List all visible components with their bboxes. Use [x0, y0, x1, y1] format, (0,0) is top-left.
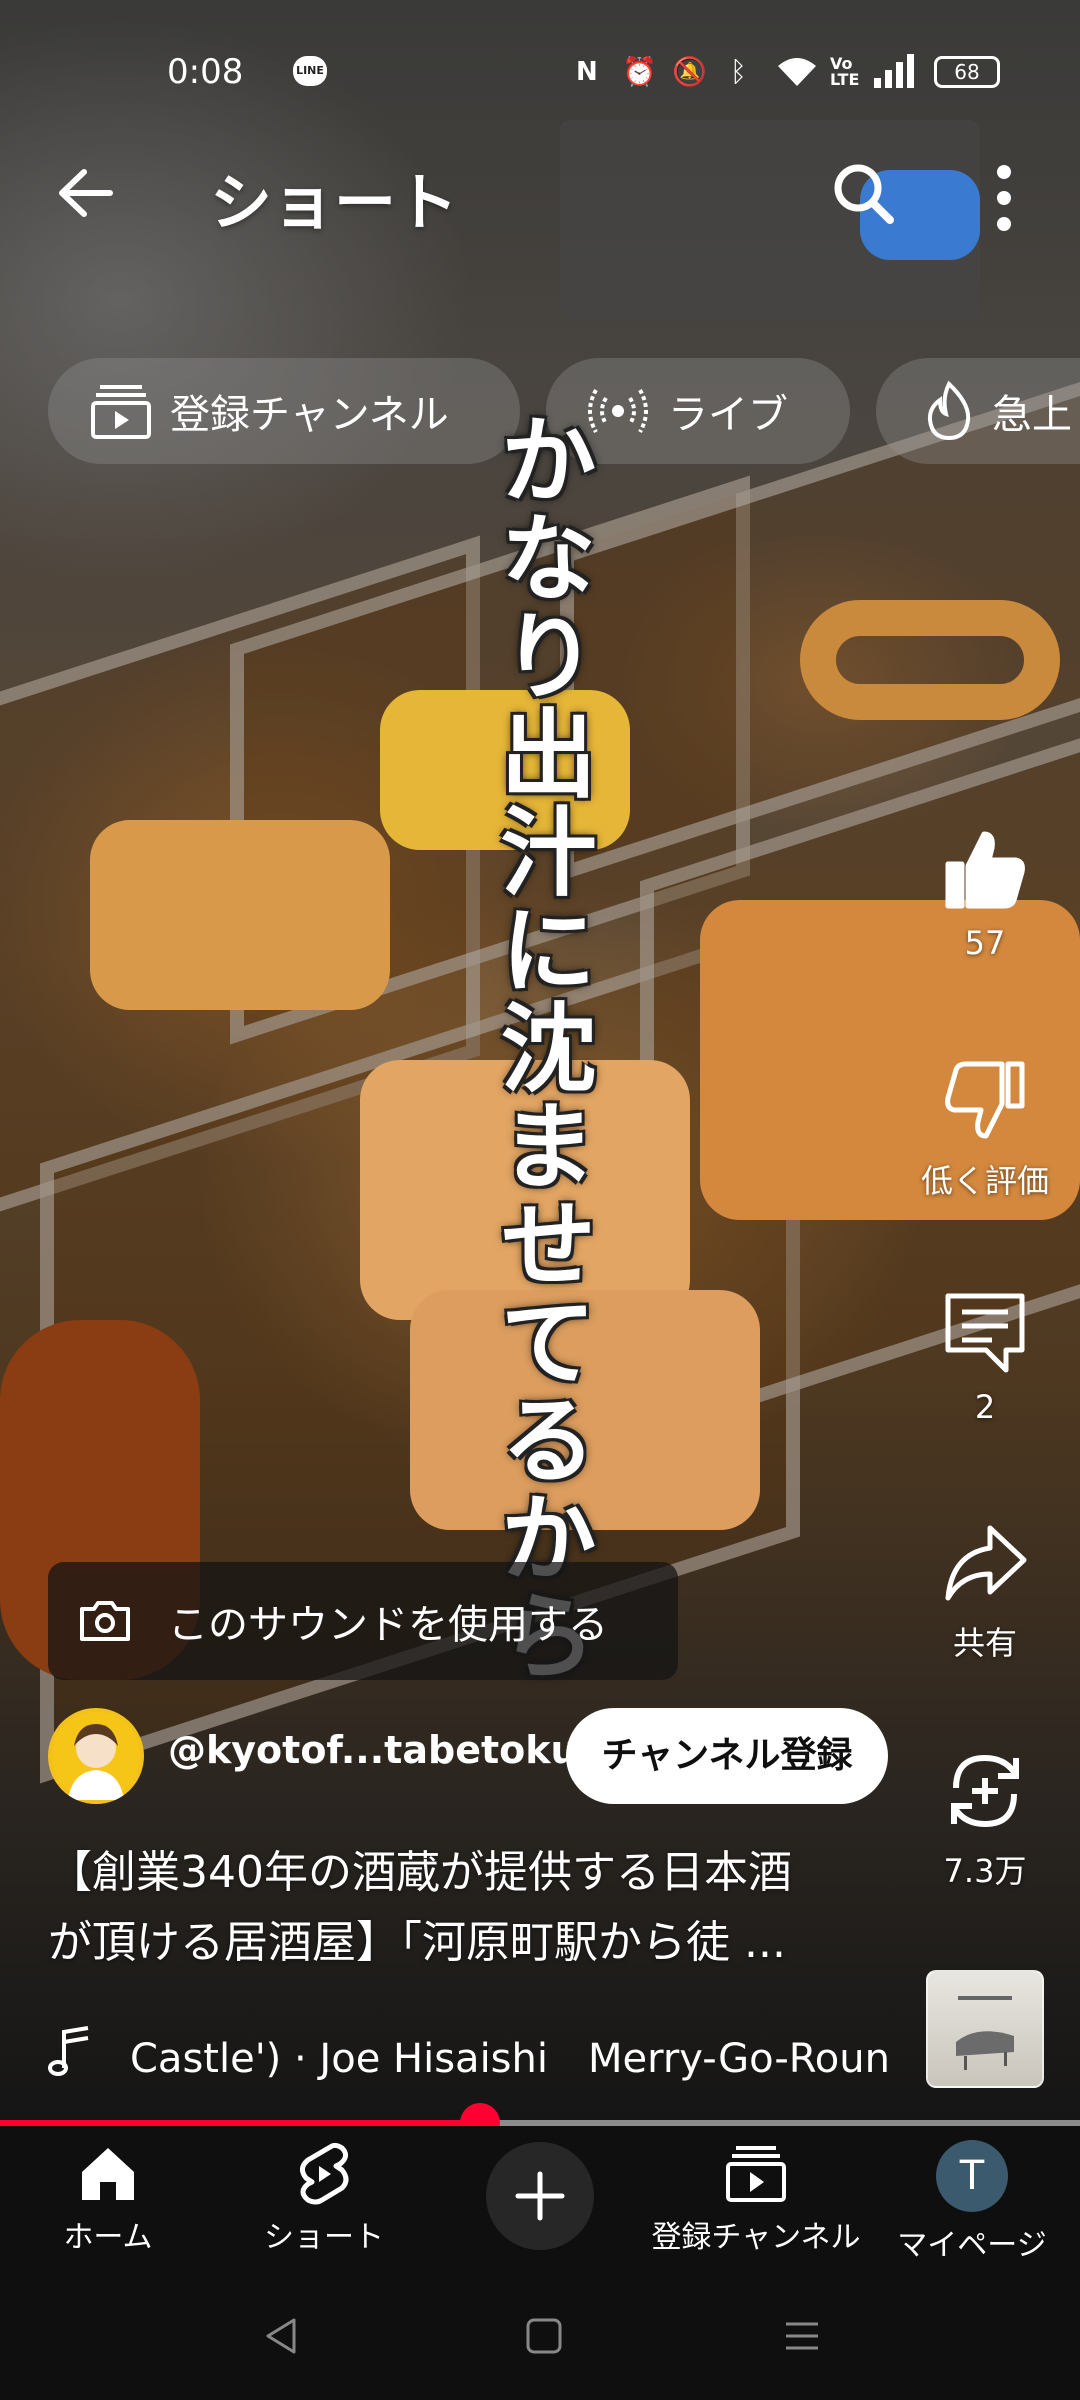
like-button[interactable]: 57 [900, 826, 1070, 962]
nav-mypage[interactable]: T マイページ [864, 2126, 1080, 2270]
nav-subscriptions[interactable]: 登録チャンネル [648, 2126, 864, 2270]
thumb-down-icon [945, 1061, 1025, 1139]
remix-button[interactable]: 7.3万 [900, 1748, 1070, 1892]
chikuwa [800, 600, 1060, 720]
share-label: 共有 [952, 1624, 1017, 1662]
nav-shorts[interactable]: ショート [216, 2126, 432, 2270]
use-sound-button[interactable]: このサウンドを使用する [48, 1562, 678, 1680]
like-count: 57 [964, 924, 1006, 962]
bottom-navigation: ホーム ショート 登録チャンネル T マイページ [0, 2126, 1080, 2270]
chip-label: 登録チャンネル [170, 392, 449, 438]
shorts-icon [300, 2142, 349, 2205]
daikon [90, 820, 390, 1010]
thumb-up-icon [945, 831, 1025, 909]
video-caption: かなり出汁に沈ませてるから [484, 410, 597, 1684]
page-title: ショート [210, 166, 459, 239]
use-sound-label: このサウンドを使用する [168, 1602, 608, 1648]
more-vert-icon[interactable] [984, 158, 1024, 238]
channel-row: @kyotof...tabetoku チャンネル登録 [48, 1708, 908, 1804]
user-avatar: T [936, 2140, 1008, 2212]
subscriptions-icon [91, 385, 151, 439]
mute-icon: 🔕 [672, 55, 707, 88]
volte-icon: Vo LTE [830, 54, 860, 89]
shorts-header: ショート [0, 140, 1080, 250]
create-button[interactable] [486, 2142, 594, 2250]
system-recents-icon[interactable] [782, 2316, 822, 2356]
share-button[interactable]: 共有 [900, 1520, 1070, 1664]
chip-label: ライブ [668, 392, 788, 438]
search-icon[interactable] [828, 158, 898, 228]
album-art-thumbnail[interactable] [926, 1970, 1044, 2088]
chip-trending[interactable]: 急上 [876, 358, 1080, 464]
nav-label: マイページ [897, 2228, 1047, 2263]
wifi-icon [778, 58, 816, 86]
avatar-illustration [52, 1712, 140, 1800]
piano-artwork [956, 1996, 1014, 2070]
plus-icon [515, 2171, 565, 2221]
channel-handle[interactable]: @kyotof...tabetoku [168, 1728, 578, 1772]
home-icon [82, 2148, 134, 2200]
camera-icon [80, 1601, 130, 1641]
system-navigation-bar [0, 2270, 1080, 2400]
nav-label: ホーム [63, 2220, 153, 2255]
nav-label: ショート [264, 2220, 384, 2255]
system-home-icon[interactable] [524, 2316, 564, 2356]
subscriptions-icon [726, 2146, 786, 2202]
nfc-icon: N [576, 57, 598, 87]
chip-label: 急上 [992, 392, 1072, 438]
description-line: が頂ける居酒屋】「河原町駅から徒 ... [48, 1917, 786, 1968]
alarm-icon: ⏰ [622, 55, 657, 88]
music-ticker[interactable]: Castle') · Joe Hisaishi Merry-Go-Round [48, 2020, 888, 2082]
music-note-icon [48, 2026, 89, 2076]
battery-indicator: 68 [934, 56, 1000, 88]
video-description[interactable]: 【創業340年の酒蔵が提供する日本酒 が頂ける居酒屋】「河原町駅から徒 ... [48, 1838, 888, 1978]
chip-subscriptions[interactable]: 登録チャンネル [48, 358, 520, 464]
bluetooth-icon: ᛒ [730, 55, 747, 88]
line-app-icon: LINE [293, 56, 327, 86]
comment-count: 2 [974, 1388, 996, 1426]
status-time: 0:08 [167, 52, 244, 92]
channel-avatar[interactable] [48, 1708, 144, 1804]
subscribe-button[interactable]: チャンネル登録 [566, 1708, 888, 1804]
share-icon [945, 1525, 1027, 1601]
nav-label: 登録チャンネル [651, 2220, 861, 2255]
trending-icon [927, 380, 971, 441]
nav-home[interactable]: ホーム [0, 2126, 216, 2270]
comment-button[interactable]: 2 [900, 1290, 1070, 1426]
description-line: 【創業340年の酒蔵が提供する日本酒 [48, 1847, 792, 1898]
remix-icon [951, 1754, 1019, 1828]
remix-count: 7.3万 [943, 1852, 1027, 1890]
dislike-label: 低く評価 [920, 1162, 1049, 1200]
back-arrow-icon[interactable] [50, 158, 120, 228]
status-bar: 0:08 LINE N ⏰ 🔕 ᛒ Vo LTE 68 [0, 40, 1080, 104]
music-text: Castle') · Joe Hisaishi Merry-Go-Round [130, 2036, 888, 2082]
comment-icon [945, 1293, 1025, 1373]
system-back-icon[interactable] [262, 2316, 302, 2356]
dislike-button[interactable]: 低く評価 [900, 1058, 1070, 1202]
signal-icon [874, 54, 914, 88]
